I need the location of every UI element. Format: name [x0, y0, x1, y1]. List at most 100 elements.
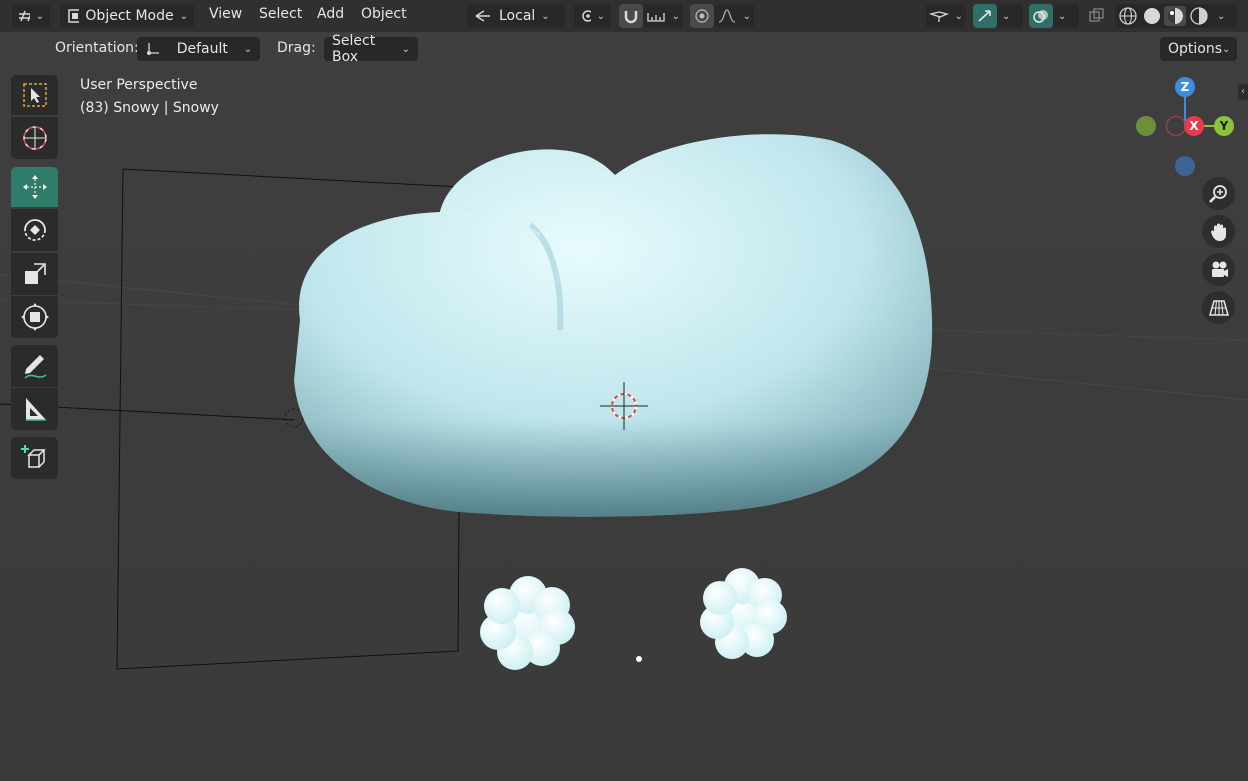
axis-neg-z-button[interactable]	[1175, 156, 1195, 176]
gizmo-dropdown[interactable]: ⌄	[997, 4, 1023, 28]
material-preview-icon[interactable]	[1164, 6, 1186, 26]
drag-label: Drag:	[277, 40, 316, 56]
rendered-shading-icon[interactable]	[1188, 6, 1210, 26]
select-box-icon	[22, 83, 47, 107]
chevron-down-icon: ⌄	[742, 10, 751, 22]
menu-object[interactable]: Object	[357, 6, 411, 26]
chevron-down-icon: ⌄	[1002, 10, 1011, 22]
orientation-dropdown[interactable]: Default ⌄	[137, 37, 260, 61]
grid-icon	[1208, 299, 1229, 316]
annotate-tool[interactable]	[11, 345, 58, 387]
shading-group	[1115, 4, 1211, 28]
add-cube-icon	[20, 445, 46, 468]
pivot-icon	[582, 10, 591, 22]
xray-icon	[1089, 8, 1104, 22]
pivot-point-dropdown[interactable]: ⌄	[574, 4, 611, 28]
camera-frame-top	[122, 168, 461, 188]
orientation-icon	[147, 43, 159, 55]
xray-toggle[interactable]	[1085, 4, 1109, 28]
magnet-icon	[624, 11, 638, 24]
chevron-down-icon: ⌄	[1217, 10, 1226, 22]
add-cube-tool[interactable]	[11, 437, 58, 479]
options-dropdown[interactable]: Options ⌄	[1160, 37, 1237, 61]
transform-tool[interactable]	[11, 296, 58, 338]
shading-dropdown[interactable]: ⌄	[1211, 4, 1237, 28]
cloud-object	[294, 134, 933, 517]
snap-toggle[interactable]	[619, 4, 643, 28]
cursor-tool[interactable]	[11, 117, 58, 159]
axis-z-button[interactable]: Z	[1175, 77, 1195, 97]
chevron-down-icon: ⌄	[35, 10, 44, 22]
ortho-toggle-button[interactable]	[1202, 291, 1235, 324]
orientation-value: Default	[176, 41, 228, 57]
scene-canvas[interactable]	[0, 0, 1248, 781]
zoom-icon	[1208, 184, 1227, 203]
axis-neg-x-button[interactable]	[1166, 116, 1186, 136]
chevron-down-icon: ⌄	[401, 43, 410, 55]
snowflake-left	[480, 576, 575, 670]
menu-select[interactable]: Select	[255, 6, 306, 26]
annotate-icon	[23, 355, 46, 379]
transform-orientation-dropdown[interactable]: Local ⌄	[467, 4, 565, 28]
snowflake-right	[700, 568, 787, 659]
move-tool[interactable]	[11, 167, 58, 207]
scale-icon	[24, 263, 46, 284]
header-bar: ⌄ Object Mode ⌄ View Select Add Object L…	[0, 0, 1248, 32]
proportional-edit-icon	[695, 9, 709, 23]
chevron-down-icon: ⌄	[243, 43, 252, 55]
options-label: Options	[1168, 41, 1223, 57]
orientation-label: Orientation:	[55, 40, 139, 56]
view-name: User Perspective	[80, 77, 198, 93]
drag-value: Select Box	[332, 33, 376, 65]
camera-view-button[interactable]	[1202, 253, 1235, 286]
rotate-tool[interactable]	[11, 209, 58, 251]
zoom-button[interactable]	[1202, 177, 1235, 210]
overlays-toggle[interactable]	[1029, 4, 1053, 28]
pan-button[interactable]	[1202, 215, 1235, 248]
chevron-down-icon: ⌄	[671, 10, 680, 22]
snap-target-dropdown[interactable]: ⌄	[643, 4, 683, 28]
camera-origin	[284, 408, 304, 428]
3d-viewport[interactable]: ⌄ Object Mode ⌄ View Select Add Object L…	[0, 0, 1248, 781]
proportional-edit-toggle[interactable]	[690, 4, 714, 28]
camera-icon	[1211, 261, 1228, 277]
sidebar-toggle-icon[interactable]: ‹	[1238, 84, 1248, 100]
move-icon	[22, 175, 47, 199]
solid-shading-icon[interactable]	[1141, 6, 1163, 26]
chevron-down-icon: ⌄	[1222, 43, 1231, 55]
gizmo-icon	[978, 10, 991, 22]
origin-dot	[636, 656, 642, 662]
falloff-dropdown[interactable]: ⌄	[714, 4, 754, 28]
chevron-down-icon: ⌄	[179, 10, 188, 22]
mode-label: Object Mode	[85, 8, 174, 24]
wireframe-shading-icon[interactable]	[1117, 6, 1139, 26]
snap-increment-icon	[647, 13, 665, 22]
pivot-label: Local	[499, 8, 536, 24]
object-mode-icon	[68, 9, 80, 23]
scale-tool[interactable]	[11, 253, 58, 295]
menu-view[interactable]: View	[205, 6, 246, 26]
cursor-icon	[22, 126, 47, 150]
chevron-down-icon: ⌄	[954, 10, 963, 22]
editor-type-icon	[19, 10, 30, 22]
mode-dropdown[interactable]: Object Mode ⌄	[60, 4, 194, 28]
measure-icon	[25, 398, 46, 421]
measure-tool[interactable]	[11, 388, 58, 430]
visibility-dropdown[interactable]: ⌄	[926, 4, 966, 28]
overlays-dropdown[interactable]: ⌄	[1053, 4, 1079, 28]
select-box-tool[interactable]	[11, 75, 58, 115]
selectability-icon	[929, 11, 949, 22]
menu-add[interactable]: Add	[313, 6, 348, 26]
transform-icon	[20, 303, 49, 331]
local-orientation-icon	[475, 10, 490, 22]
editor-type-button[interactable]: ⌄	[12, 4, 50, 28]
axis-neg-y-button[interactable]	[1136, 116, 1156, 136]
chevron-down-icon: ⌄	[596, 10, 605, 22]
axis-x-button[interactable]: X	[1184, 116, 1204, 136]
axis-y-button[interactable]: Y	[1214, 116, 1234, 136]
drag-dropdown[interactable]: Select Box ⌄	[324, 33, 418, 65]
chevron-down-icon: ⌄	[1058, 10, 1067, 22]
object-info: (83) Snowy | Snowy	[80, 100, 219, 116]
gizmo-toggle[interactable]	[973, 4, 997, 28]
pan-hand-icon	[1210, 223, 1226, 241]
